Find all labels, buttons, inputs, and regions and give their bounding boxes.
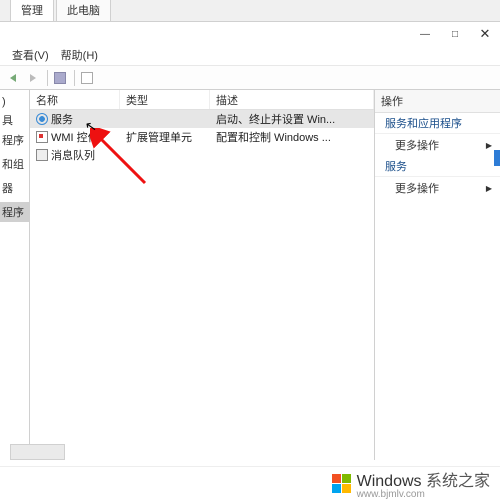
list-pane: 名称 类型 描述 服务 启动、终止并设置 Win... WMI 控件 扩展管理单… <box>30 90 375 460</box>
toolbar-separator-2 <box>74 70 75 86</box>
column-type[interactable]: 类型 <box>120 90 210 109</box>
watermark-footer: Windows 系统之家 www.bjmlv.com <box>0 466 500 500</box>
close-button[interactable]: ✕ <box>470 24 500 44</box>
forward-button[interactable] <box>24 69 42 87</box>
arrow-forward-icon <box>30 74 36 82</box>
tree-node[interactable]: 程序 <box>0 130 29 150</box>
bg-tab-manage[interactable]: 管理 <box>10 0 54 21</box>
action-section-services: 服务 <box>375 156 500 177</box>
tree-node[interactable]: 和组 <box>0 154 29 174</box>
grid-icon <box>54 72 66 84</box>
watermark-brand: Windows <box>357 473 422 490</box>
list-item-services[interactable]: 服务 启动、终止并设置 Win... <box>30 110 374 128</box>
bg-tab-thispc[interactable]: 此电脑 <box>56 0 111 21</box>
nav-tree[interactable]: ) 具 程序 和组 器 程序 <box>0 90 30 460</box>
view-mode-button[interactable] <box>51 69 69 87</box>
tree-node[interactable]: ) <box>0 94 29 110</box>
properties-button[interactable] <box>78 69 96 87</box>
arrow-back-icon <box>10 74 16 82</box>
right-edge-selection <box>494 150 500 166</box>
chevron-right-icon: ▶ <box>486 184 492 193</box>
windows-logo-icon <box>332 474 351 493</box>
bg-tabstrip: 管理 此电脑 <box>0 0 500 22</box>
back-button[interactable] <box>4 69 22 87</box>
list-item-label: 消息队列 <box>51 147 95 163</box>
list-item-desc: 配置和控制 Windows ... <box>210 129 374 145</box>
menu-help[interactable]: 帮助(H) <box>55 45 104 65</box>
list-item-msmq[interactable]: 消息队列 <box>30 146 374 164</box>
bottom-tab-strip <box>10 444 65 460</box>
tree-node[interactable]: 器 <box>0 178 29 198</box>
list-item-label: 服务 <box>51 111 73 127</box>
toolbar <box>0 66 500 90</box>
list-header: 名称 类型 描述 <box>30 90 374 110</box>
watermark-tag: 系统之家 <box>426 473 490 490</box>
list-item-wmi[interactable]: WMI 控件 扩展管理单元 配置和控制 Windows ... <box>30 128 374 146</box>
window-controls: — □ ✕ <box>410 24 500 44</box>
menubar: 查看(V) 帮助(H) <box>0 44 500 66</box>
tree-node[interactable]: 程序 <box>0 202 29 222</box>
maximize-button[interactable]: □ <box>440 24 470 44</box>
minimize-button[interactable]: — <box>410 24 440 44</box>
action-item-label: 更多操作 <box>395 180 439 196</box>
list-item-label: WMI 控件 <box>51 129 99 145</box>
toolbar-separator <box>47 70 48 86</box>
list-body: 服务 启动、终止并设置 Win... WMI 控件 扩展管理单元 配置和控制 W… <box>30 110 374 460</box>
properties-icon <box>81 72 93 84</box>
action-more-1[interactable]: 更多操作 ▶ <box>375 134 500 156</box>
main-area: ) 具 程序 和组 器 程序 名称 类型 描述 服务 启动、终止并设置 Win.… <box>0 90 500 460</box>
chevron-right-icon: ▶ <box>486 141 492 150</box>
column-desc[interactable]: 描述 <box>210 90 374 109</box>
action-section-apps: 服务和应用程序 <box>375 113 500 134</box>
list-item-desc: 启动、终止并设置 Win... <box>210 111 374 127</box>
list-item-type: 扩展管理单元 <box>120 129 210 145</box>
column-name[interactable]: 名称 <box>30 90 120 109</box>
wmi-icon <box>36 131 48 143</box>
actions-pane: 操作 服务和应用程序 更多操作 ▶ 服务 更多操作 ▶ <box>375 90 500 460</box>
tree-node[interactable]: 具 <box>0 110 29 130</box>
watermark-url: www.bjmlv.com <box>357 489 490 500</box>
action-more-2[interactable]: 更多操作 ▶ <box>375 177 500 199</box>
action-item-label: 更多操作 <box>395 137 439 153</box>
menu-view[interactable]: 查看(V) <box>6 45 55 65</box>
actions-title: 操作 <box>375 90 500 113</box>
gear-icon <box>36 113 48 125</box>
message-queue-icon <box>36 149 48 161</box>
